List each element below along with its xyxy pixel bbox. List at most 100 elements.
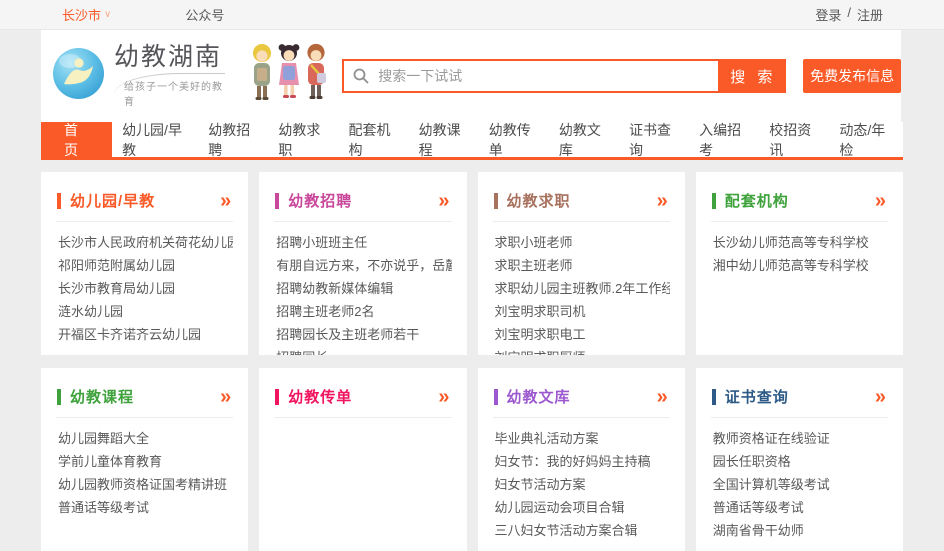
section-card: 配套机构 » 长沙幼儿师范高等专科学校湘中幼儿师范高等专科学校 xyxy=(696,172,903,355)
section-list-item: 祁阳师范附属幼儿园 xyxy=(58,254,233,277)
free-publish-button[interactable]: 免费发布信息 xyxy=(803,59,901,93)
site-logo[interactable]: 幼教湖南 给孩子一个美好的教育 xyxy=(52,44,225,109)
section-color-bar xyxy=(275,389,279,405)
section-list-item: 长沙幼儿师范高等专科学校 xyxy=(713,231,888,254)
section-item-link[interactable]: 招聘幼教新媒体编辑 xyxy=(276,281,393,296)
section-card: 幼教招聘 » 招聘小班班主任有朋自远方来，不亦说乎，岳麓区...招聘幼教新媒体编… xyxy=(259,172,466,355)
section-item-link[interactable]: 园长任职资格 xyxy=(713,454,791,469)
more-arrow-icon[interactable]: » xyxy=(220,390,231,404)
nav-item[interactable]: 入编招考 xyxy=(689,122,759,157)
section-item-link[interactable]: 招聘主班老师2名 xyxy=(276,304,374,319)
topbar: 长沙市 ∨ 公众号 登录 / 注册 xyxy=(0,0,944,30)
city-selector[interactable]: 长沙市 ∨ xyxy=(62,5,111,24)
section-color-bar xyxy=(712,193,716,209)
section-item-list: 幼儿园舞蹈大全学前儿童体育教育幼儿园教师资格证国考精讲班普通话等级考试 xyxy=(56,427,233,519)
more-arrow-icon[interactable]: » xyxy=(220,194,231,208)
section-item-link[interactable]: 长沙市教育局幼儿园 xyxy=(58,281,175,296)
nav-item[interactable]: 证书查询 xyxy=(619,122,689,157)
nav-item[interactable]: 幼儿园/早教 xyxy=(112,122,198,157)
search-button[interactable]: 搜 索 xyxy=(720,59,786,93)
section-item-link[interactable]: 毕业典礼活动方案 xyxy=(495,431,599,446)
nav-item[interactable]: 动态/年检 xyxy=(829,122,903,157)
section-item-link[interactable]: 招聘小班班主任 xyxy=(276,235,367,250)
more-arrow-icon[interactable]: » xyxy=(657,194,668,208)
section-item-link[interactable]: 长沙市人民政府机关荷花幼儿园 xyxy=(58,235,233,250)
section-item-link[interactable]: 学前儿童体育教育 xyxy=(58,454,162,469)
section-color-bar xyxy=(57,389,61,405)
section-item-link[interactable]: 湘中幼儿师范高等专科学校 xyxy=(713,258,869,273)
section-item-link[interactable]: 妇女节活动方案 xyxy=(495,477,586,492)
wechat-public-account-link[interactable]: 公众号 xyxy=(185,5,224,24)
section-title: 幼儿园/早教 xyxy=(70,190,220,211)
section-card: 幼儿园/早教 » 长沙市人民政府机关荷花幼儿园祁阳师范附属幼儿园长沙市教育局幼儿… xyxy=(41,172,248,355)
more-arrow-icon[interactable]: » xyxy=(438,390,449,404)
auth-links: 登录 / 注册 xyxy=(815,5,883,24)
register-link[interactable]: 注册 xyxy=(857,5,883,24)
section-list-item: 全国计算机等级考试 xyxy=(713,473,888,496)
section-item-link[interactable]: 求职幼儿园主班教师.2年工作经历... xyxy=(495,281,670,296)
logo-tagline: 给孩子一个美好的教育 xyxy=(114,73,225,108)
section-card: 幼教传单 » xyxy=(259,368,466,551)
section-item-link[interactable]: 幼儿园舞蹈大全 xyxy=(58,431,149,446)
nav-item[interactable]: 首页 xyxy=(41,122,112,157)
sections-grid: 幼儿园/早教 » 长沙市人民政府机关荷花幼儿园祁阳师范附属幼儿园长沙市教育局幼儿… xyxy=(41,172,903,551)
section-card: 证书查询 » 教师资格证在线验证园长任职资格全国计算机等级考试普通话等级考试湖南… xyxy=(696,368,903,551)
search-box xyxy=(342,59,720,93)
section-item-link[interactable]: 招聘园长 xyxy=(276,350,328,355)
section-item-link[interactable]: 幼儿园教师资格证国考精讲班 xyxy=(58,477,227,492)
section-list-item: 刘宝明求职厨师 xyxy=(495,346,670,355)
section-title: 幼教文库 xyxy=(507,386,657,407)
section-item-link[interactable]: 三八妇女节活动方案合辑 xyxy=(495,523,638,538)
nav-item[interactable]: 幼教传单 xyxy=(479,122,549,157)
section-list-item: 湖南省骨干幼师 xyxy=(713,519,888,542)
auth-separator: / xyxy=(847,5,851,24)
section-card: 幼教文库 » 毕业典礼活动方案妇女节：我的好妈妈主持稿妇女节活动方案幼儿园运动会… xyxy=(478,368,685,551)
section-item-link[interactable]: 妇女节：我的好妈妈主持稿 xyxy=(495,454,651,469)
section-item-link[interactable]: 招聘园长及主班老师若干 xyxy=(276,327,419,342)
more-arrow-icon[interactable]: » xyxy=(657,390,668,404)
section-item-link[interactable]: 幼儿园运动会项目合辑 xyxy=(495,500,625,515)
section-item-link[interactable]: 普通话等级考试 xyxy=(713,500,804,515)
section-header: 配套机构 » xyxy=(711,185,888,222)
section-title: 配套机构 xyxy=(725,190,875,211)
section-list-item: 妇女节：我的好妈妈主持稿 xyxy=(495,450,670,473)
section-list-item: 招聘幼教新媒体编辑 xyxy=(276,277,451,300)
section-item-list: 长沙幼儿师范高等专科学校湘中幼儿师范高等专科学校 xyxy=(711,231,888,277)
nav-item[interactable]: 幼教课程 xyxy=(409,122,479,157)
section-item-list: 招聘小班班主任有朋自远方来，不亦说乎，岳麓区... 招聘幼教新媒体编辑招聘主班老师… xyxy=(274,231,451,355)
section-item-link[interactable]: 有朋自远方来，不亦说乎，岳麓区... xyxy=(276,258,451,273)
search-area: 搜 索 xyxy=(342,59,786,93)
section-item-link[interactable]: 普通话等级考试 xyxy=(58,500,149,515)
section-color-bar xyxy=(494,389,498,405)
more-arrow-icon[interactable]: » xyxy=(438,194,449,208)
section-list-item: 涟水幼儿园 xyxy=(58,300,233,323)
nav-item[interactable]: 校招资讯 xyxy=(759,122,829,157)
section-item-link[interactable]: 刘宝明求职厨师 xyxy=(495,350,586,355)
section-item-link[interactable]: 刘宝明求职司机 xyxy=(495,304,586,319)
section-item-link[interactable]: 教师资格证在线验证 xyxy=(713,431,830,446)
section-item-link[interactable]: 求职小班老师 xyxy=(495,235,573,250)
more-arrow-icon[interactable]: » xyxy=(875,194,886,208)
section-item-link[interactable]: 全国计算机等级考试 xyxy=(713,477,830,492)
city-label: 长沙市 xyxy=(62,5,101,24)
section-item-link[interactable]: 刘宝明求职电工 xyxy=(495,327,586,342)
nav-item[interactable]: 幼教文库 xyxy=(549,122,619,157)
section-item-link[interactable]: 祁阳师范附属幼儿园 xyxy=(58,258,175,273)
section-title: 幼教传单 xyxy=(288,386,438,407)
section-item-link[interactable]: 湖南省骨干幼师 xyxy=(713,523,804,538)
section-item-link[interactable]: 开福区卡齐诺齐云幼儿园 xyxy=(58,327,201,342)
search-input[interactable] xyxy=(376,67,709,85)
more-arrow-icon[interactable]: » xyxy=(875,390,886,404)
section-list-item: 刘宝明求职司机 xyxy=(495,300,670,323)
section-header: 幼教课程 » xyxy=(56,381,233,418)
nav-item[interactable]: 幼教招聘 xyxy=(198,122,268,157)
login-link[interactable]: 登录 xyxy=(815,5,841,24)
section-item-list: 求职小班老师求职主班老师求职幼儿园主班教师.2年工作经历...刘宝明求职司机刘宝… xyxy=(493,231,670,355)
section-title: 证书查询 xyxy=(725,386,875,407)
site-header: 幼教湖南 给孩子一个美好的教育 xyxy=(41,30,901,122)
nav-item[interactable]: 幼教求职 xyxy=(268,122,338,157)
nav-item[interactable]: 配套机构 xyxy=(338,122,408,157)
section-item-link[interactable]: 长沙幼儿师范高等专科学校 xyxy=(713,235,869,250)
section-item-link[interactable]: 求职主班老师 xyxy=(495,258,573,273)
section-item-link[interactable]: 涟水幼儿园 xyxy=(58,304,123,319)
